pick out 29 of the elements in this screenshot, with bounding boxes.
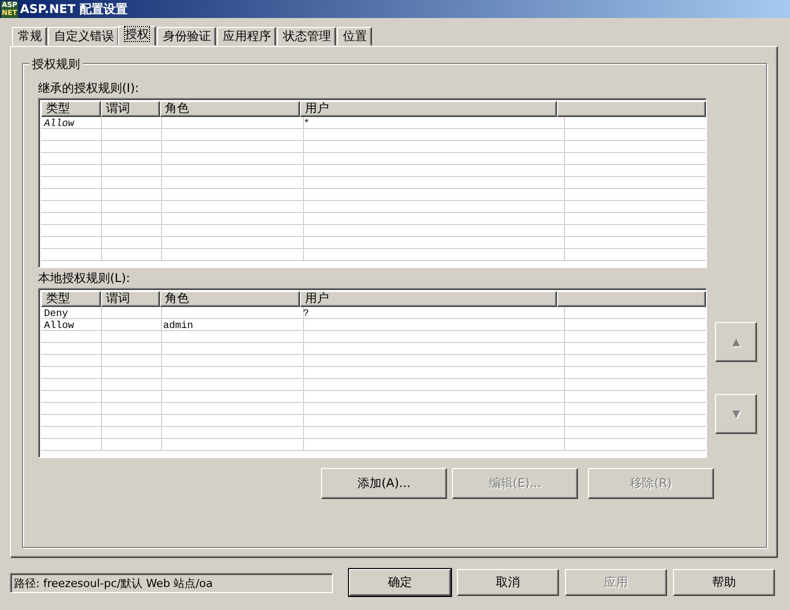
table-cell: admin [163,321,194,332]
ok-button[interactable]: 确定 [349,569,451,596]
cancel-button[interactable]: 取消 [457,569,559,596]
tab[interactable]: 身份验证 [157,27,216,46]
table-cell: * [302,119,309,130]
table-cell: ? [302,309,309,320]
path-field: 路径: freezesoul-pc/默认 Web 站点/oa [10,572,333,592]
help-button[interactable]: 帮助 [673,569,775,596]
tab[interactable]: 位置 [337,27,372,46]
tab[interactable]: 状态管理 [277,27,336,46]
tab[interactable]: 应用程序 [217,27,276,46]
window-title: ASP.NET 配置设置 [20,0,128,18]
column-header[interactable]: 角色 [160,291,300,307]
column-header[interactable]: 角色 [160,101,300,117]
tab[interactable]: 授权 [118,26,156,46]
table-label: 继承的授权规则(I): [38,80,140,96]
column-header[interactable]: 谓词 [101,291,160,307]
group-title: 授权规则 [29,56,83,73]
add-button[interactable]: 添加(A)... [321,468,447,499]
column-header[interactable]: 类型 [41,291,102,307]
column-header[interactable]: 用户 [300,291,557,307]
table-cell: Deny [44,309,68,320]
column-header[interactable]: 谓词 [101,101,160,117]
table-cell: Allow [44,119,74,130]
column-header[interactable]: 类型 [41,101,102,117]
column-header[interactable]: 用户 [300,101,557,117]
table-label: 本地授权规则(L): [38,270,132,286]
tab[interactable]: 常规 [12,27,47,46]
table-cell: Allow [44,321,74,332]
